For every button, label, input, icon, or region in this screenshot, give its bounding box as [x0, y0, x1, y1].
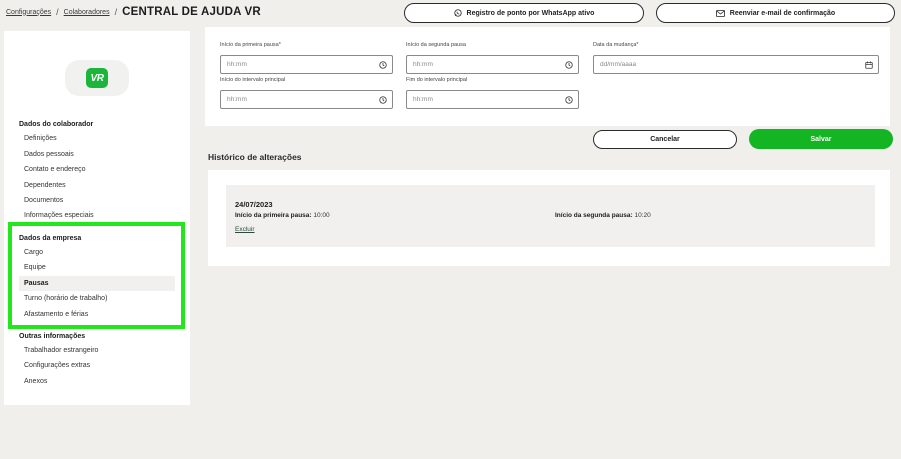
history-entry-date: 24/07/2023	[235, 200, 273, 209]
section-title-outras-informacoes: Outras informações	[19, 333, 86, 340]
sidebar-item-informacoes-especiais[interactable]: Informações especiais	[19, 208, 175, 223]
sidebar: VR Dados do colaborador Definições Dados…	[4, 31, 190, 405]
history-entry-second-break-label: Início da segunda pausa:	[555, 212, 633, 219]
sidebar-item-dependentes[interactable]: Dependentes	[19, 178, 175, 193]
mail-icon	[715, 9, 725, 17]
history-entry-first-break: Início da primeira pausa: 10:00	[235, 212, 330, 219]
main-interval-start-input[interactable]: hh:mm	[220, 90, 393, 109]
clock-icon[interactable]	[379, 60, 387, 69]
change-date-placeholder: dd/mm/aaaa	[600, 61, 637, 68]
change-date-label: Data da mudança*	[593, 42, 639, 48]
clock-icon[interactable]	[565, 95, 573, 104]
clock-icon[interactable]	[565, 60, 573, 69]
resend-email-button[interactable]: Reenviar e-mail de confirmação	[656, 3, 895, 23]
history-card: 24/07/2023 Início da primeira pausa: 10:…	[208, 170, 890, 266]
second-break-label: Início da segunda pausa	[406, 42, 466, 48]
main-interval-end-input[interactable]: hh:mm	[406, 90, 579, 109]
section-title-dados-empresa: Dados da empresa	[19, 235, 82, 242]
sidebar-item-contato-endereco[interactable]: Contato e endereço	[19, 162, 175, 177]
sidebar-item-anexos[interactable]: Anexos	[19, 374, 175, 389]
main-interval-end-label: Fim do intervalo principal	[406, 77, 468, 83]
sidebar-item-pausas[interactable]: Pausas	[19, 276, 175, 291]
second-break-input[interactable]: hh:mm	[406, 55, 579, 74]
page-title: CENTRAL DE AJUDA VR	[122, 6, 261, 18]
sidebar-item-documentos[interactable]: Documentos	[19, 193, 175, 208]
main-interval-start-placeholder: hh:mm	[227, 96, 247, 103]
breaks-form: Início da primeira pausa* hh:mm Início d…	[205, 27, 890, 126]
cancel-button[interactable]: Cancelar	[593, 130, 737, 149]
breadcrumb-link-colaboradores[interactable]: Colaboradores	[64, 9, 110, 16]
sidebar-item-configuracoes-extras[interactable]: Configurações extras	[19, 358, 175, 373]
whatsapp-icon	[453, 9, 462, 17]
whatsapp-status-button[interactable]: Registro de ponto por WhatsApp ativo	[404, 3, 644, 23]
sidebar-item-cargo[interactable]: Cargo	[19, 245, 175, 260]
change-date-input[interactable]: dd/mm/aaaa	[593, 55, 879, 74]
vr-logo: VR	[86, 68, 108, 88]
first-break-placeholder: hh:mm	[227, 61, 247, 68]
logo-container: VR	[65, 60, 129, 96]
breadcrumb-separator: /	[56, 7, 59, 17]
sidebar-item-afastamento-ferias[interactable]: Afastamento e férias	[19, 307, 175, 322]
history-entry-first-break-label: Início da primeira pausa:	[235, 212, 312, 219]
whatsapp-status-label: Registro de ponto por WhatsApp ativo	[466, 9, 595, 17]
save-button[interactable]: Salvar	[749, 129, 893, 149]
breadcrumb-link-configuracoes[interactable]: Configurações	[6, 9, 51, 16]
resend-email-label: Reenviar e-mail de confirmação	[729, 9, 836, 17]
history-entry: 24/07/2023 Início da primeira pausa: 10:…	[226, 185, 875, 247]
second-break-placeholder: hh:mm	[413, 61, 433, 68]
history-entry-second-break: Início da segunda pausa: 10:20	[555, 212, 651, 219]
sidebar-item-turno[interactable]: Turno (horário de trabalho)	[19, 291, 175, 306]
first-break-label: Início da primeira pausa*	[220, 42, 281, 48]
main-interval-start-label: Início do intervalo principal	[220, 77, 286, 83]
calendar-icon[interactable]	[865, 61, 873, 69]
delete-entry-link[interactable]: Excluir	[235, 226, 255, 233]
sidebar-item-equipe[interactable]: Equipe	[19, 260, 175, 275]
first-break-input[interactable]: hh:mm	[220, 55, 393, 74]
breadcrumb: Configurações / Colaboradores / CENTRAL …	[6, 5, 261, 19]
breadcrumb-separator: /	[114, 7, 118, 17]
history-title: Histórico de alterações	[208, 152, 302, 162]
sidebar-item-dados-pessoais[interactable]: Dados pessoais	[19, 147, 175, 162]
history-entry-first-break-value: 10:00	[313, 212, 330, 219]
main-interval-end-placeholder: hh:mm	[413, 96, 433, 103]
section-title-dados-colaborador: Dados do colaborador	[19, 121, 94, 128]
sidebar-item-trabalhador-estrangeiro[interactable]: Trabalhador estrangeiro	[19, 343, 175, 358]
history-entry-second-break-value: 10:20	[634, 212, 651, 219]
sidebar-item-definicoes[interactable]: Definições	[19, 131, 175, 146]
clock-icon[interactable]	[379, 95, 387, 104]
